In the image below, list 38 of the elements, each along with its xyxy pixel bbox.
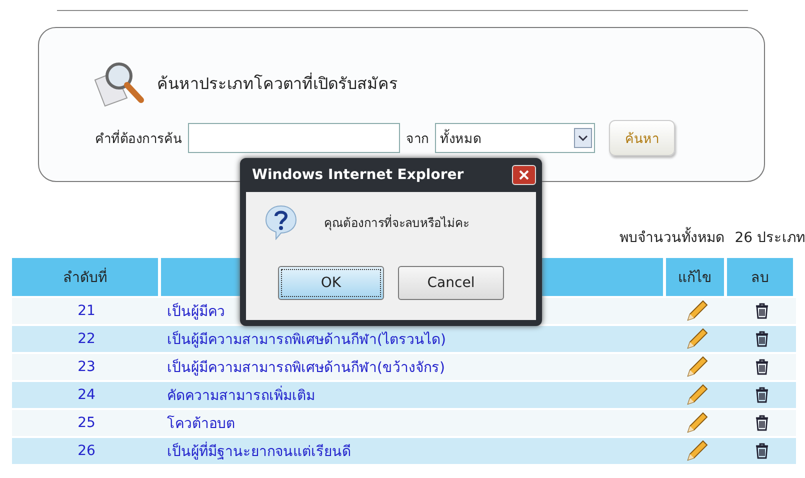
question-icon <box>264 204 298 240</box>
number-cell: 21 <box>12 298 161 324</box>
keyword-label: คำที่ต้องการค้น <box>95 128 182 148</box>
keyword-field[interactable] <box>188 123 400 153</box>
from-label: จาก <box>406 130 429 148</box>
pencil-icon[interactable] <box>684 411 708 435</box>
number-cell: 22 <box>12 326 161 352</box>
number-cell: 23 <box>12 354 161 380</box>
pencil-icon[interactable] <box>684 355 708 379</box>
column-header: ลำดับที่ <box>12 258 158 296</box>
pencil-icon[interactable] <box>684 327 708 351</box>
trash-icon[interactable] <box>754 415 770 431</box>
dropdown-caret-icon <box>578 135 588 141</box>
quota-link[interactable]: โควต้าอบต <box>167 412 235 434</box>
pencil-icon[interactable] <box>684 439 708 463</box>
result-count-value: 26 ประเภท <box>734 229 805 248</box>
dialog-message: คุณต้องการที่จะลบหรือไม่คะ <box>324 214 469 232</box>
number-cell: 24 <box>12 382 161 408</box>
pencil-icon[interactable] <box>684 383 708 407</box>
result-count-label: พบจำนวนทั้งหมด <box>620 226 725 248</box>
column-header: แก้ไข <box>666 258 724 296</box>
close-icon <box>519 170 529 180</box>
column-header: ลบ <box>727 258 793 296</box>
category-select[interactable]: ทั้งหมด <box>435 123 595 153</box>
trash-icon[interactable] <box>754 359 770 375</box>
pencil-icon[interactable] <box>684 299 708 323</box>
number-cell: 26 <box>12 438 161 464</box>
dialog-button[interactable]: Cancel <box>398 266 504 300</box>
trash-icon[interactable] <box>754 303 770 319</box>
number-cell: 25 <box>12 410 161 436</box>
dialog-button[interactable]: OK <box>278 266 384 300</box>
trash-icon[interactable] <box>754 331 770 347</box>
dialog-title: Windows Internet Explorer <box>251 167 464 183</box>
panel-title: ค้นหาประเภทโควตาที่เปิดรับสมัคร <box>157 72 398 94</box>
trash-icon[interactable] <box>754 443 770 459</box>
trash-icon[interactable] <box>754 387 770 403</box>
quota-link[interactable]: เป็นผู้มีคว <box>167 300 225 322</box>
close-button[interactable] <box>512 165 536 185</box>
